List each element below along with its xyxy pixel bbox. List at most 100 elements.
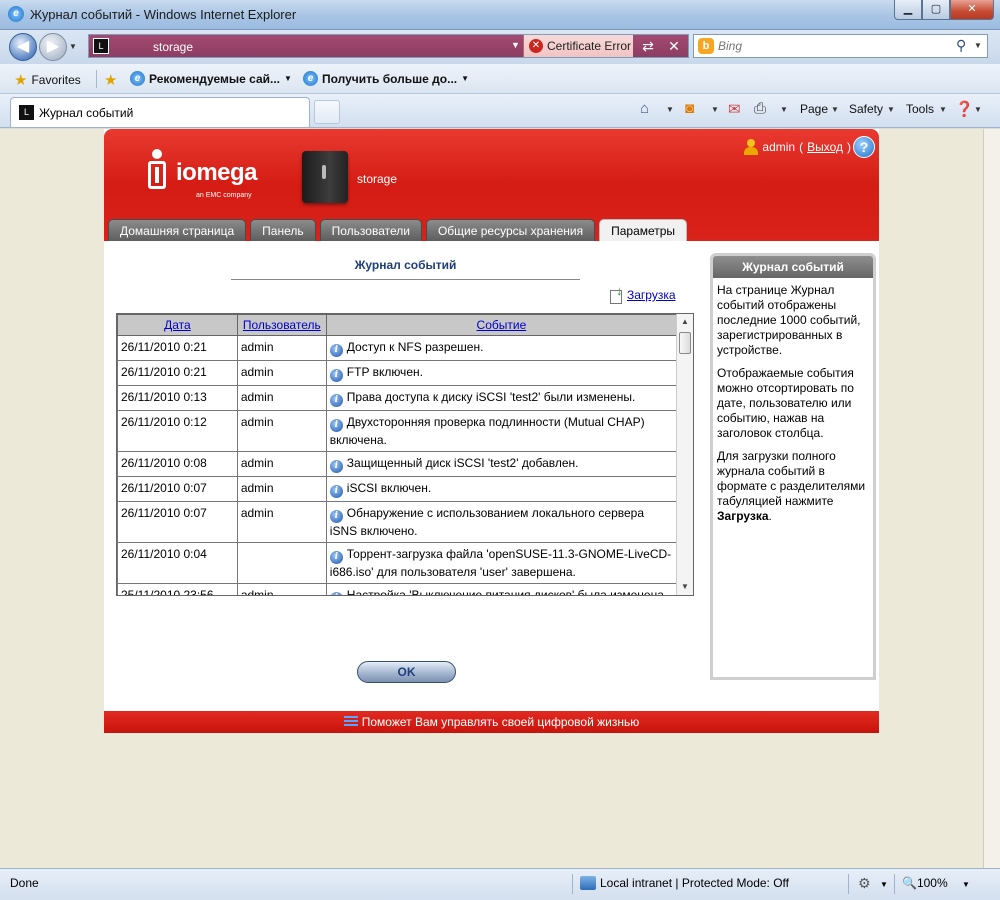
event-text: Торрент-загрузка файла 'openSUSE-11.3-GN… xyxy=(329,547,672,579)
info-icon: i xyxy=(329,344,343,357)
ok-button[interactable]: OK xyxy=(357,661,456,683)
logout-link[interactable]: Выход xyxy=(807,140,843,154)
security-zone[interactable]: Local intranet | Protected Mode: Off xyxy=(580,876,789,890)
history-dropdown-icon[interactable]: ▼ xyxy=(69,42,77,51)
help-icon[interactable]: ? xyxy=(853,136,875,158)
cell-event: iНастройка 'Выключение питания дисков' б… xyxy=(325,583,678,595)
event-text: Двухсторонняя проверка подлинности (Mutu… xyxy=(329,415,645,447)
table-row: 26/11/2010 0:07 admin i Обнаружение с исп… xyxy=(117,501,678,543)
certificate-error-button[interactable]: ✕ Certificate Error xyxy=(523,35,633,57)
footer-slogan: Поможет Вам управлять своей цифровой жиз… xyxy=(361,715,640,729)
tab-settings[interactable]: Параметры xyxy=(599,219,688,241)
help-dropdown-icon[interactable]: ▼ xyxy=(974,105,982,114)
search-icon[interactable]: ⚲ xyxy=(956,37,966,54)
info-icon: i xyxy=(329,369,343,382)
cell-date: 26/11/2010 0:08 xyxy=(117,451,238,477)
address-bar[interactable]: L storage ▼ ✕ Certificate Error ⇄ ✕ xyxy=(88,34,689,58)
rss-feed-icon[interactable]: ◙ xyxy=(685,100,694,117)
cell-event: i Права доступа к диску iSCSI 'test2' был… xyxy=(325,385,678,411)
zoom-dropdown-icon[interactable]: ▼ xyxy=(962,880,970,889)
address-text[interactable]: storage xyxy=(153,40,193,54)
favorites-button[interactable]: ★ Favorites xyxy=(14,71,81,89)
print-dropdown-icon[interactable]: ▼ xyxy=(780,105,788,114)
print-icon[interactable]: ⎙ xyxy=(754,100,766,117)
browser-tab-event-log[interactable]: L Журнал событий xyxy=(10,97,310,127)
zoom-level[interactable]: 🔍100% xyxy=(902,876,948,890)
scroll-thumb[interactable] xyxy=(679,332,691,354)
event-log-table-container: Дата Пользователь Событие 26/11/2010 0:2… xyxy=(116,313,694,596)
new-tab-button[interactable] xyxy=(314,100,340,124)
window-controls: ▁ ▢ ✕ xyxy=(894,0,994,20)
addons-icon[interactable]: ⚙ xyxy=(858,875,871,892)
zoom-icon: 🔍 xyxy=(902,876,917,890)
error-icon: ✕ xyxy=(529,39,543,53)
home-dropdown-icon[interactable]: ▼ xyxy=(666,105,674,114)
scroll-down-icon[interactable]: ▼ xyxy=(677,579,693,595)
cell-user xyxy=(236,542,327,584)
tab-shared-storage[interactable]: Общие ресурсы хранения xyxy=(425,219,596,241)
address-dropdown-icon[interactable]: ▼ xyxy=(511,40,520,50)
maximize-button[interactable]: ▢ xyxy=(922,0,950,20)
tab-home[interactable]: Домашняя страница xyxy=(108,219,247,241)
ie-logo-icon: e xyxy=(8,6,24,22)
favorite-link-more-addons[interactable]: e Получить больше до... ▼ xyxy=(303,71,469,86)
app-tab-bar: Домашняя страница Панель Пользователи Об… xyxy=(108,219,688,241)
footer-logo-icon xyxy=(343,716,358,728)
app-header: iomega an EMC company storage admin (Вых… xyxy=(104,129,879,241)
table-row: 26/11/2010 0:08 admin i Защищенный диск i… xyxy=(117,451,678,477)
tab-users[interactable]: Пользователи xyxy=(319,219,422,241)
addons-dropdown-icon[interactable]: ▼ xyxy=(880,880,888,889)
page-scrollbar[interactable] xyxy=(983,129,1000,868)
cell-event: i FTP включен. xyxy=(325,360,678,386)
stop-icon[interactable]: ✕ xyxy=(663,37,685,55)
tools-menu[interactable]: Tools xyxy=(906,102,934,116)
page-menu[interactable]: Page xyxy=(800,102,828,116)
table-row: 26/11/2010 0:21 admin i Доступ к NFS разр… xyxy=(117,335,678,361)
close-button[interactable]: ✕ xyxy=(950,0,994,20)
scroll-up-icon[interactable]: ▲ xyxy=(677,314,693,330)
download-icon[interactable] xyxy=(610,283,624,304)
add-to-favorites-bar-button[interactable]: ★ xyxy=(104,71,117,89)
status-divider xyxy=(572,874,573,894)
table-scrollbar[interactable]: ▲ ▼ xyxy=(676,314,693,595)
tab-dashboard[interactable]: Панель xyxy=(250,219,316,241)
cell-user: admin xyxy=(236,410,327,452)
search-input[interactable] xyxy=(718,37,948,55)
forward-button[interactable]: ▶ xyxy=(39,33,67,61)
sort-by-date-link[interactable]: Дата xyxy=(164,318,191,332)
sort-by-event-link[interactable]: Событие xyxy=(477,318,527,332)
iomega-app: iomega an EMC company storage admin (Вых… xyxy=(104,129,879,733)
help-side-panel: Журнал событий На странице Журнал событи… xyxy=(710,253,876,680)
username: admin xyxy=(762,140,796,154)
event-text: iSCSI включен. xyxy=(346,481,432,495)
cell-event: i Обнаружение с использованием локального… xyxy=(325,501,678,543)
safety-menu[interactable]: Safety xyxy=(849,102,883,116)
mail-icon[interactable]: ✉ xyxy=(728,100,741,118)
zoom-value: 100% xyxy=(916,876,948,890)
ie-page-icon: e xyxy=(130,71,145,86)
favorites-star-icon: ★ xyxy=(14,72,28,89)
logout-paren-close: ) xyxy=(847,140,851,154)
help-menu-icon[interactable]: ❓ xyxy=(955,100,974,118)
tools-dropdown-icon[interactable]: ▼ xyxy=(939,105,947,114)
storage-device-icon xyxy=(302,151,348,203)
refresh-icon[interactable]: ⇄ xyxy=(637,37,659,55)
logout-paren-open: ( xyxy=(799,140,804,154)
home-icon[interactable]: ⌂ xyxy=(640,100,649,117)
window-title: Журнал событий - Windows Internet Explor… xyxy=(30,7,297,22)
safety-dropdown-icon[interactable]: ▼ xyxy=(887,105,895,114)
feed-dropdown-icon[interactable]: ▼ xyxy=(711,105,719,114)
cell-date: 26/11/2010 0:21 xyxy=(117,335,238,361)
back-button[interactable]: ◀ xyxy=(9,33,37,61)
download-link[interactable]: Загрузка xyxy=(627,288,676,302)
favorite-link-suggested-sites[interactable]: e Рекомендуемые сай... ▼ xyxy=(130,71,292,86)
help-paragraph: Для загрузки полного журнала событий в ф… xyxy=(717,449,869,524)
add-favorite-star-icon: ★ xyxy=(104,72,118,89)
navigation-bar: ◀ ▶ ▼ L storage ▼ ✕ Certificate Error ⇄ … xyxy=(0,30,1000,64)
column-header-event: Событие xyxy=(325,314,678,336)
sort-by-user-link[interactable]: Пользователь xyxy=(243,318,321,332)
download-link-group: Загрузка xyxy=(610,283,676,304)
minimize-button[interactable]: ▁ xyxy=(894,0,922,20)
page-dropdown-icon[interactable]: ▼ xyxy=(831,105,839,114)
search-dropdown-icon[interactable]: ▼ xyxy=(974,41,982,50)
